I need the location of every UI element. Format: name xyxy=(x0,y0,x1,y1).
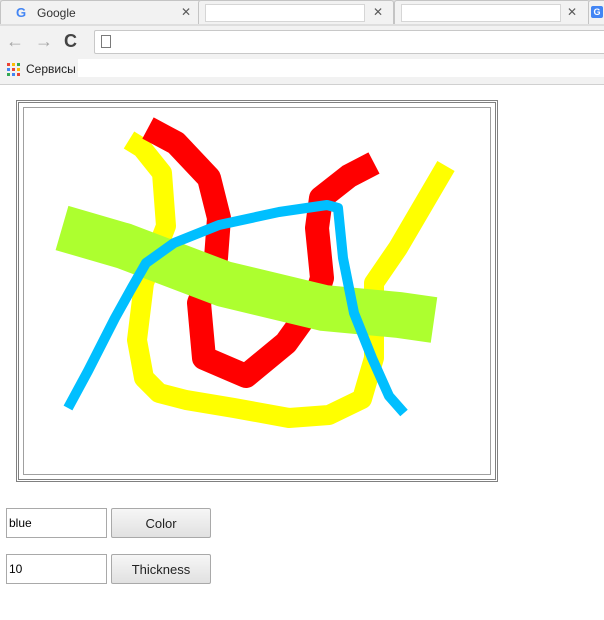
tab-strip: G Google ✕ ✕ ✕ G xyxy=(0,0,604,26)
tab-title xyxy=(205,4,365,22)
back-arrow-icon[interactable]: ← xyxy=(6,31,24,51)
tab-blank-2[interactable]: ✕ xyxy=(394,0,590,24)
bookmarks-area xyxy=(78,59,604,77)
tab-partial[interactable]: G xyxy=(588,0,604,24)
color-input[interactable] xyxy=(6,508,107,538)
google-favicon-icon: G xyxy=(591,6,603,18)
forward-arrow-icon[interactable]: → xyxy=(35,31,53,51)
thickness-input[interactable] xyxy=(6,554,107,584)
drawing-canvas-frame xyxy=(16,100,498,482)
reload-icon[interactable]: C xyxy=(64,31,77,51)
color-button[interactable]: Color xyxy=(111,508,211,538)
address-bar[interactable] xyxy=(94,30,604,54)
browser-chrome: G Google ✕ ✕ ✕ G ← → C Сервисы xyxy=(0,0,604,85)
navigation-bar: ← → C xyxy=(0,27,604,57)
tab-close-icon[interactable]: ✕ xyxy=(373,5,383,19)
drawing-canvas[interactable] xyxy=(23,107,491,475)
tab-blank-1[interactable]: ✕ xyxy=(198,0,394,24)
google-favicon-icon: G xyxy=(16,5,27,20)
bookmarks-bar: Сервисы xyxy=(0,58,604,80)
apps-bookmark-label[interactable]: Сервисы xyxy=(26,62,76,76)
drawing-surface[interactable] xyxy=(24,108,490,474)
page-icon xyxy=(101,35,111,48)
thickness-button[interactable]: Thickness xyxy=(111,554,211,584)
tab-close-icon[interactable]: ✕ xyxy=(567,5,577,19)
tab-title xyxy=(401,4,561,22)
tab-title: Google xyxy=(37,6,76,20)
tab-google[interactable]: G Google ✕ xyxy=(0,0,202,24)
tab-close-icon[interactable]: ✕ xyxy=(181,5,191,19)
apps-grid-icon[interactable] xyxy=(7,63,20,76)
